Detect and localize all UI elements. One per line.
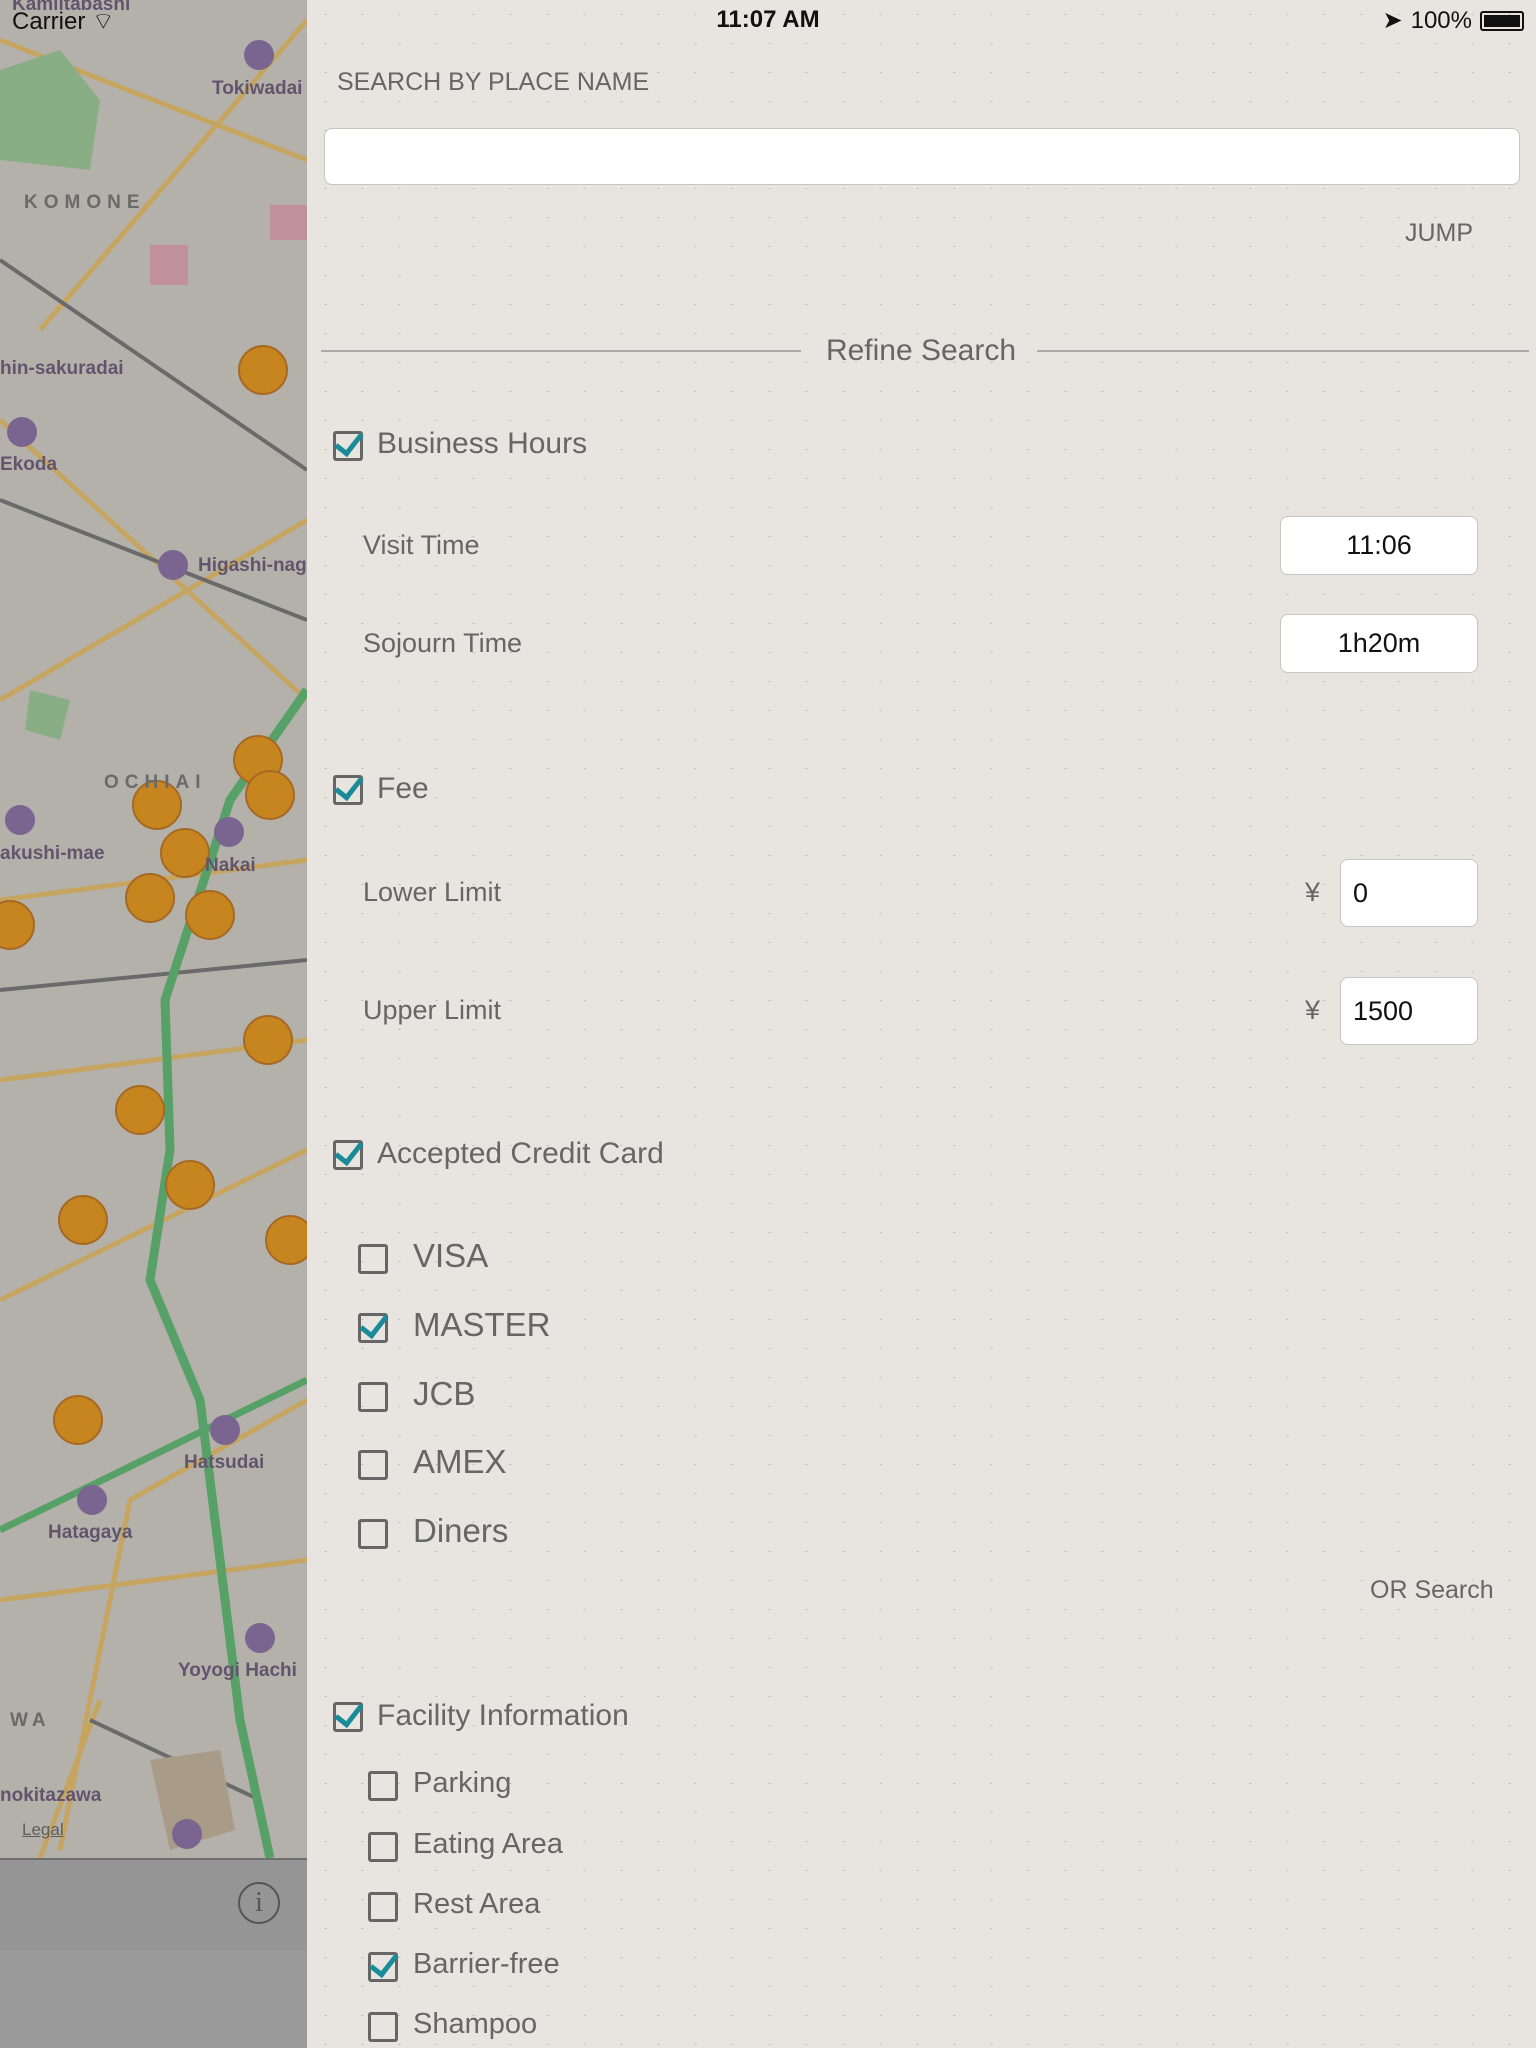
- upper-limit-label: Upper Limit: [363, 995, 502, 1025]
- card-checkbox[interactable]: [358, 1244, 388, 1274]
- refine-panel: SEARCH BY PLACE NAME JUMP Refine Search …: [307, 0, 1536, 2048]
- card-label: MASTER: [413, 1306, 551, 1343]
- divider: [321, 350, 801, 352]
- battery-icon: [1480, 10, 1524, 31]
- search-title: SEARCH BY PLACE NAME: [337, 68, 650, 96]
- card-checkbox[interactable]: [358, 1313, 388, 1343]
- map-dim-overlay: [0, 0, 307, 1858]
- map-toolbar-lower: [0, 1950, 307, 2048]
- facility-checkbox[interactable]: [368, 1832, 398, 1862]
- visit-time-field[interactable]: 11:06: [1280, 516, 1478, 575]
- location-arrow-icon: ➤: [1382, 7, 1403, 34]
- facility-label: Shampoo: [413, 2008, 538, 2040]
- facility-checkbox[interactable]: [368, 1771, 398, 1801]
- credit-card-label: Accepted Credit Card: [377, 1137, 664, 1170]
- status-right: ➤ 100%: [1382, 6, 1524, 35]
- upper-limit-field[interactable]: 1500: [1340, 977, 1478, 1045]
- map-view[interactable]: Kamiitabashi Tokiwadai KOMONE hin-sakura…: [0, 0, 307, 1858]
- facility-label: Facility Information: [377, 1699, 629, 1732]
- card-label: Diners: [413, 1512, 509, 1549]
- facility-checkbox[interactable]: [368, 1892, 398, 1922]
- facility-label: Eating Area: [413, 1828, 563, 1860]
- fee-label: Fee: [377, 772, 429, 805]
- divider: [1037, 350, 1529, 352]
- battery-percent: 100%: [1410, 6, 1472, 34]
- yen-sign: ¥: [1305, 877, 1321, 907]
- sojourn-time-field[interactable]: 1h20m: [1280, 614, 1478, 673]
- card-checkbox[interactable]: [358, 1519, 388, 1549]
- card-label: VISA: [413, 1237, 489, 1274]
- jump-button[interactable]: JUMP: [1405, 219, 1473, 248]
- lower-limit-field[interactable]: 0: [1340, 859, 1478, 927]
- facility-label: Barrier-free: [413, 1948, 560, 1980]
- business-hours-label: Business Hours: [377, 427, 588, 460]
- sojourn-time-label: Sojourn Time: [363, 628, 523, 658]
- facility-checkbox[interactable]: [368, 1952, 398, 1982]
- business-hours-checkbox[interactable]: [333, 431, 363, 461]
- card-checkbox[interactable]: [358, 1450, 388, 1480]
- facility-checkbox[interactable]: [368, 2012, 398, 2042]
- carrier-name: Carrier: [12, 8, 86, 35]
- or-search-toggle[interactable]: OR Search: [1370, 1576, 1494, 1605]
- card-label: AMEX: [413, 1443, 507, 1480]
- fee-checkbox[interactable]: [333, 775, 363, 805]
- place-search-input[interactable]: [324, 128, 1520, 185]
- info-icon[interactable]: i: [238, 1882, 280, 1924]
- lower-limit-label: Lower Limit: [363, 877, 502, 907]
- yen-sign: ¥: [1305, 995, 1321, 1025]
- refine-search-title: Refine Search: [825, 334, 1017, 367]
- facility-checkbox[interactable]: [333, 1702, 363, 1732]
- status-carrier: Carrier ⌔: [12, 6, 115, 36]
- facility-label: Parking: [413, 1767, 512, 1799]
- card-label: JCB: [413, 1375, 476, 1412]
- wifi-icon: ⌔: [92, 8, 115, 35]
- visit-time-label: Visit Time: [363, 530, 480, 560]
- credit-card-checkbox[interactable]: [333, 1140, 363, 1170]
- card-checkbox[interactable]: [358, 1382, 388, 1412]
- facility-label: Rest Area: [413, 1888, 541, 1920]
